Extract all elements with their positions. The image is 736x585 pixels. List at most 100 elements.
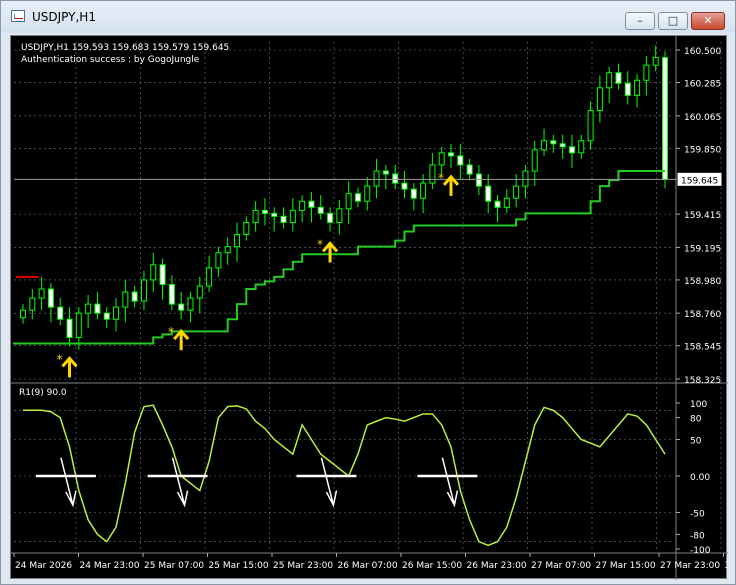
candle-body [187,297,194,311]
candle-body [289,209,296,223]
candle-body [410,188,417,199]
osc-tick-label: -100 [690,546,711,556]
price-tick-label: 158.325 [684,376,721,386]
candle-body [345,193,352,210]
signal-mark-arrow [171,457,189,508]
symbol-info-line: USDJPY,H1 159.593 159.683 159.579 159.64… [21,43,230,53]
candle-body [29,297,36,311]
buy-arrow [321,241,339,263]
candle-body [140,279,147,302]
candle-body [392,173,399,184]
candle-body [624,82,631,96]
candle-body [382,170,389,175]
price-tick-label: 160.065 [684,113,721,123]
signal-star: * [168,325,174,339]
candle-body [475,173,482,187]
price-tick-label: 160.285 [684,80,721,90]
current-price-label: 159.645 [681,176,718,186]
chart-canvas[interactable]: 160.500 160.285 160.065 159.850 159.645 159.4… [11,36,728,580]
maximize-button[interactable]: □ [658,12,688,30]
chart-area[interactable]: 160.500 160.285 160.065 159.850 159.645 159.4… [10,35,728,580]
candle-body [261,209,268,214]
candle-body [178,303,185,311]
price-tick-label: 159.850 [684,145,721,155]
candle-body [429,164,436,184]
time-tick-label: 30 Mar 00:00 [725,561,729,571]
candle-body [448,152,454,157]
candle-body [578,140,585,154]
time-tick-label: 24 Mar 2026 [15,561,72,571]
candle-body [243,221,250,236]
candle-body [75,312,82,338]
price-tick-label: 158.980 [684,277,721,287]
candle-body [299,200,306,211]
candle-body [503,197,510,208]
candle-body [615,72,622,84]
candle-body [57,306,64,320]
candle-body [513,185,520,199]
candle-body [168,283,175,305]
signal-star: * [438,171,444,185]
candle-body [206,267,213,287]
candle-body [634,79,641,96]
candle-body [131,291,138,302]
candle-body [113,306,120,320]
title-bar[interactable]: USDJPY,H1 – □ ✕ [1,1,735,33]
time-tick-label: 27 Mar 15:00 [596,561,656,571]
chart-app-icon [11,10,25,22]
signal-star: * [57,352,63,366]
window-title: USDJPY,H1 [32,10,96,24]
candle-body [47,288,54,308]
candle-body [457,155,464,166]
price-tick-label: 158.545 [684,343,721,353]
candle-body [522,170,529,187]
candle-body [596,87,603,112]
candle-body [364,185,371,202]
candle-body [568,146,575,154]
price-tick-label: 159.195 [684,244,721,254]
candle-body [373,170,380,187]
candle-body [38,288,45,299]
candle-body [252,209,259,223]
candle-body [438,152,445,166]
time-tick-label: 26 Mar 15:00 [402,561,462,571]
buy-arrow [173,328,190,351]
candle-body [336,208,343,223]
candle-body [122,291,129,308]
buy-arrow [61,356,78,378]
time-tick-label: 27 Mar 23:00 [660,561,720,571]
candle-body [20,309,26,319]
trailing-stop-line [13,170,665,345]
candle-body [308,200,315,208]
candle-body [234,234,240,248]
candle-body [662,57,668,180]
candle-body [215,252,222,269]
time-tick-label: 24 Mar 23:00 [80,561,140,571]
candle-body [103,312,110,320]
osc-tick-label: 0.00 [690,473,710,483]
candle-body [280,215,287,223]
candle-body [485,185,492,202]
candle-body [541,140,548,151]
osc-tick-label: -50 [690,510,705,520]
candle-body [606,72,613,89]
osc-tick-label: 50 [690,437,702,447]
osc-tick-label: 80 [690,415,702,425]
candle-body [494,200,501,208]
candle-body [159,264,166,285]
price-tick-label: 160.500 [684,47,721,57]
candle-body [420,182,427,199]
candle-body [550,140,557,145]
time-tick-label: 26 Mar 23:00 [467,561,527,571]
signal-star: * [317,237,323,251]
candle-body [466,164,473,175]
candle-body [94,303,101,314]
candle-body [327,212,334,223]
candle-body [271,212,278,217]
time-tick-label: 27 Mar 07:00 [531,561,591,571]
candle-body [559,143,566,148]
candle-body [354,193,361,202]
candle-body [85,303,92,314]
minimize-button[interactable]: – [625,12,655,30]
close-button[interactable]: ✕ [691,12,725,30]
